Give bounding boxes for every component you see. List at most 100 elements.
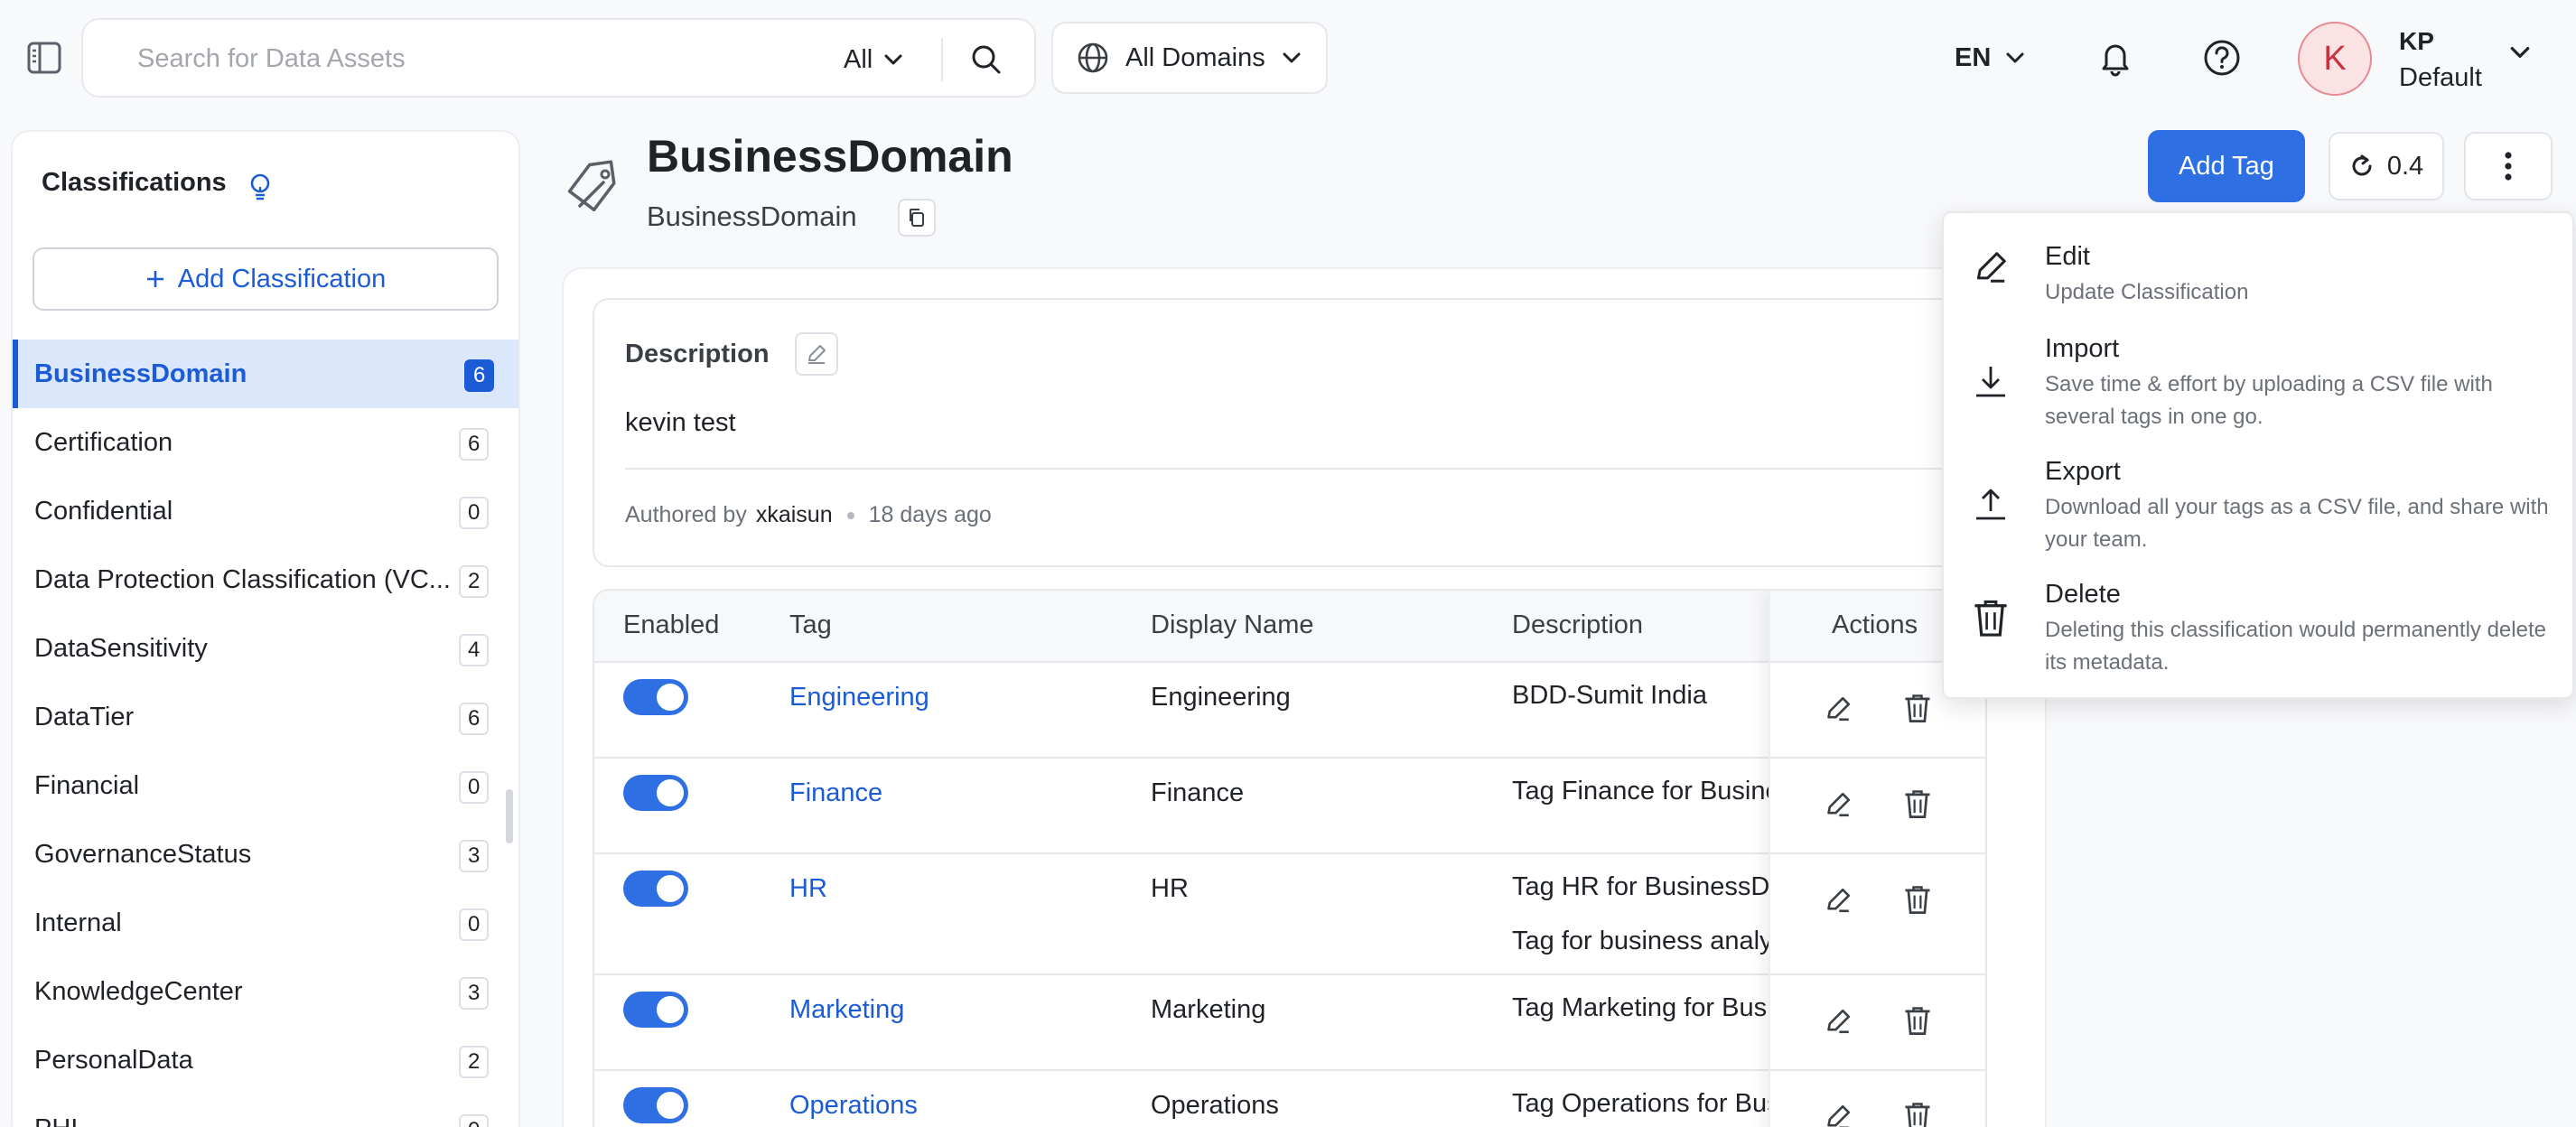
delete-tag-icon[interactable] [1902, 787, 1938, 824]
tag-link[interactable]: Operations [789, 1091, 918, 1121]
menu-item-description: Update Classification [2045, 280, 2249, 304]
edit-description-icon[interactable] [795, 332, 838, 376]
classification-item[interactable]: Confidential 0 [13, 477, 518, 545]
classification-item[interactable]: PHI0 [13, 1094, 518, 1127]
tag-link[interactable]: Engineering [789, 683, 929, 713]
add-tag-button[interactable]: Add Tag [2148, 130, 2305, 202]
column-header-enabled: Enabled [623, 610, 720, 639]
sidebar-toggle-icon[interactable] [25, 40, 65, 76]
author-line: Authored by xkaisun 18 days ago [625, 502, 992, 528]
tag-link[interactable]: HR [789, 874, 827, 904]
tag-link[interactable]: Marketing [789, 995, 904, 1025]
add-classification-button[interactable]: Add Classification [33, 247, 499, 311]
classification-count: 6 [459, 428, 490, 461]
menu-item-edit[interactable]: Edit Update Classification [1944, 213, 2576, 304]
version-button[interactable]: 0.4 [2329, 132, 2444, 200]
display-name-cell: Operations [1151, 1091, 1279, 1120]
enabled-toggle[interactable] [623, 871, 688, 907]
classification-label: BusinessDomain [34, 359, 247, 388]
menu-item-export[interactable]: Export Download all your tags as a CSV f… [1944, 450, 2576, 562]
trash-icon [1971, 596, 2011, 637]
classification-count: 0 [459, 771, 490, 804]
delete-tag-icon[interactable] [1902, 1004, 1938, 1040]
avatar[interactable]: K [2298, 22, 2372, 96]
help-icon[interactable] [2200, 36, 2244, 79]
classification-item[interactable]: DataTier 6 [13, 683, 518, 751]
edit-tag-icon[interactable] [1823, 694, 1859, 730]
search-filter-dropdown[interactable]: All [844, 40, 903, 79]
menu-item-import[interactable]: Import Save time & effort by uploading a… [1944, 327, 2576, 439]
enabled-toggle[interactable] [623, 1087, 688, 1123]
description-text: kevin test [625, 408, 736, 437]
edit-tag-icon[interactable] [1823, 1102, 1859, 1127]
delete-tag-icon[interactable] [1902, 883, 1938, 919]
scrollbar-thumb[interactable] [506, 789, 513, 843]
menu-item-delete[interactable]: Delete Deleting this classification woul… [1944, 573, 2576, 685]
search-filter-label: All [844, 44, 873, 74]
classification-item[interactable]: KnowledgeCenter 3 [13, 957, 518, 1026]
chevron-down-icon [883, 53, 903, 66]
edit-tag-icon[interactable] [1823, 885, 1859, 921]
classification-item[interactable]: Financial 0 [13, 751, 518, 820]
globe-icon [1077, 42, 1109, 74]
tag-link[interactable]: Finance [789, 778, 882, 808]
search-input[interactable] [137, 38, 842, 79]
delete-tag-icon[interactable] [1902, 1100, 1938, 1127]
classification-count: 0 [459, 908, 490, 941]
domain-select[interactable]: All Domains [1051, 22, 1328, 94]
classification-item[interactable]: Internal 0 [13, 889, 518, 957]
language-select[interactable]: EN [1955, 36, 2025, 79]
search-icon[interactable] [966, 40, 1006, 79]
page-subtitle: BusinessDomain [647, 200, 857, 232]
column-header-description: Description [1512, 610, 1644, 639]
display-name-cell: Finance [1151, 778, 1245, 807]
edit-tag-icon[interactable] [1823, 789, 1859, 825]
classification-item[interactable]: Certification 6 [13, 408, 518, 477]
domain-select-label: All Domains [1125, 42, 1265, 72]
tags-table: Enabled Tag Display Name Description Eng… [593, 589, 1987, 1127]
bell-icon[interactable] [2094, 36, 2137, 79]
chevron-down-icon [2005, 51, 2025, 64]
description-cell: BDD-Sumit India [1512, 681, 1707, 710]
enabled-toggle[interactable] [623, 992, 688, 1028]
lightbulb-icon[interactable] [244, 170, 276, 202]
user-info[interactable]: KP Default [2399, 23, 2482, 96]
classification-label: DataTier [34, 702, 135, 731]
page-title: BusinessDomain [647, 131, 1013, 182]
classification-count: 0 [459, 497, 490, 529]
menu-item-label: Delete [2045, 580, 2121, 609]
classification-item[interactable]: GovernanceStatus 3 [13, 820, 518, 889]
search-bar: All [81, 18, 1036, 98]
classifications-title: Classifications [42, 168, 227, 197]
display-name-cell: Engineering [1151, 683, 1291, 712]
display-name-cell: Marketing [1151, 995, 1266, 1024]
classification-label: KnowledgeCenter [34, 976, 243, 1006]
classification-label: DataSensitivity [34, 633, 208, 663]
classification-label: PersonalData [34, 1045, 193, 1075]
delete-tag-icon[interactable] [1902, 692, 1938, 728]
menu-item-label: Edit [2045, 242, 2090, 271]
enabled-toggle[interactable] [623, 679, 688, 715]
more-options-icon[interactable] [2464, 132, 2553, 200]
classification-count: 2 [459, 565, 490, 598]
chevron-down-icon[interactable] [2509, 45, 2531, 60]
edit-tag-icon[interactable] [1823, 1006, 1859, 1042]
classification-item[interactable]: Data Protection Classification (VC... 2 [13, 545, 518, 614]
classification-list: BusinessDomain 6 Certification 6 Confident… [13, 340, 518, 1127]
authored-by-label: Authored by [625, 502, 747, 527]
enabled-toggle[interactable] [623, 775, 688, 811]
language-label: EN [1955, 42, 1992, 72]
classification-label: Data Protection Classification (VC... [34, 564, 451, 594]
time-ago: 18 days ago [868, 502, 992, 527]
classification-item[interactable]: DataSensitivity 4 [13, 614, 518, 683]
upload-icon [1971, 484, 2011, 524]
add-classification-label: Add Classification [177, 264, 387, 293]
column-header-actions: Actions [1832, 610, 1918, 639]
classification-label: PHI [34, 1114, 459, 1127]
classification-item[interactable]: PersonalData 2 [13, 1026, 518, 1094]
copy-icon[interactable] [898, 199, 936, 237]
divider [625, 468, 1962, 470]
description-title: Description [625, 340, 770, 368]
author-name[interactable]: xkaisun [756, 502, 833, 528]
classification-item[interactable]: BusinessDomain 6 [13, 340, 518, 408]
